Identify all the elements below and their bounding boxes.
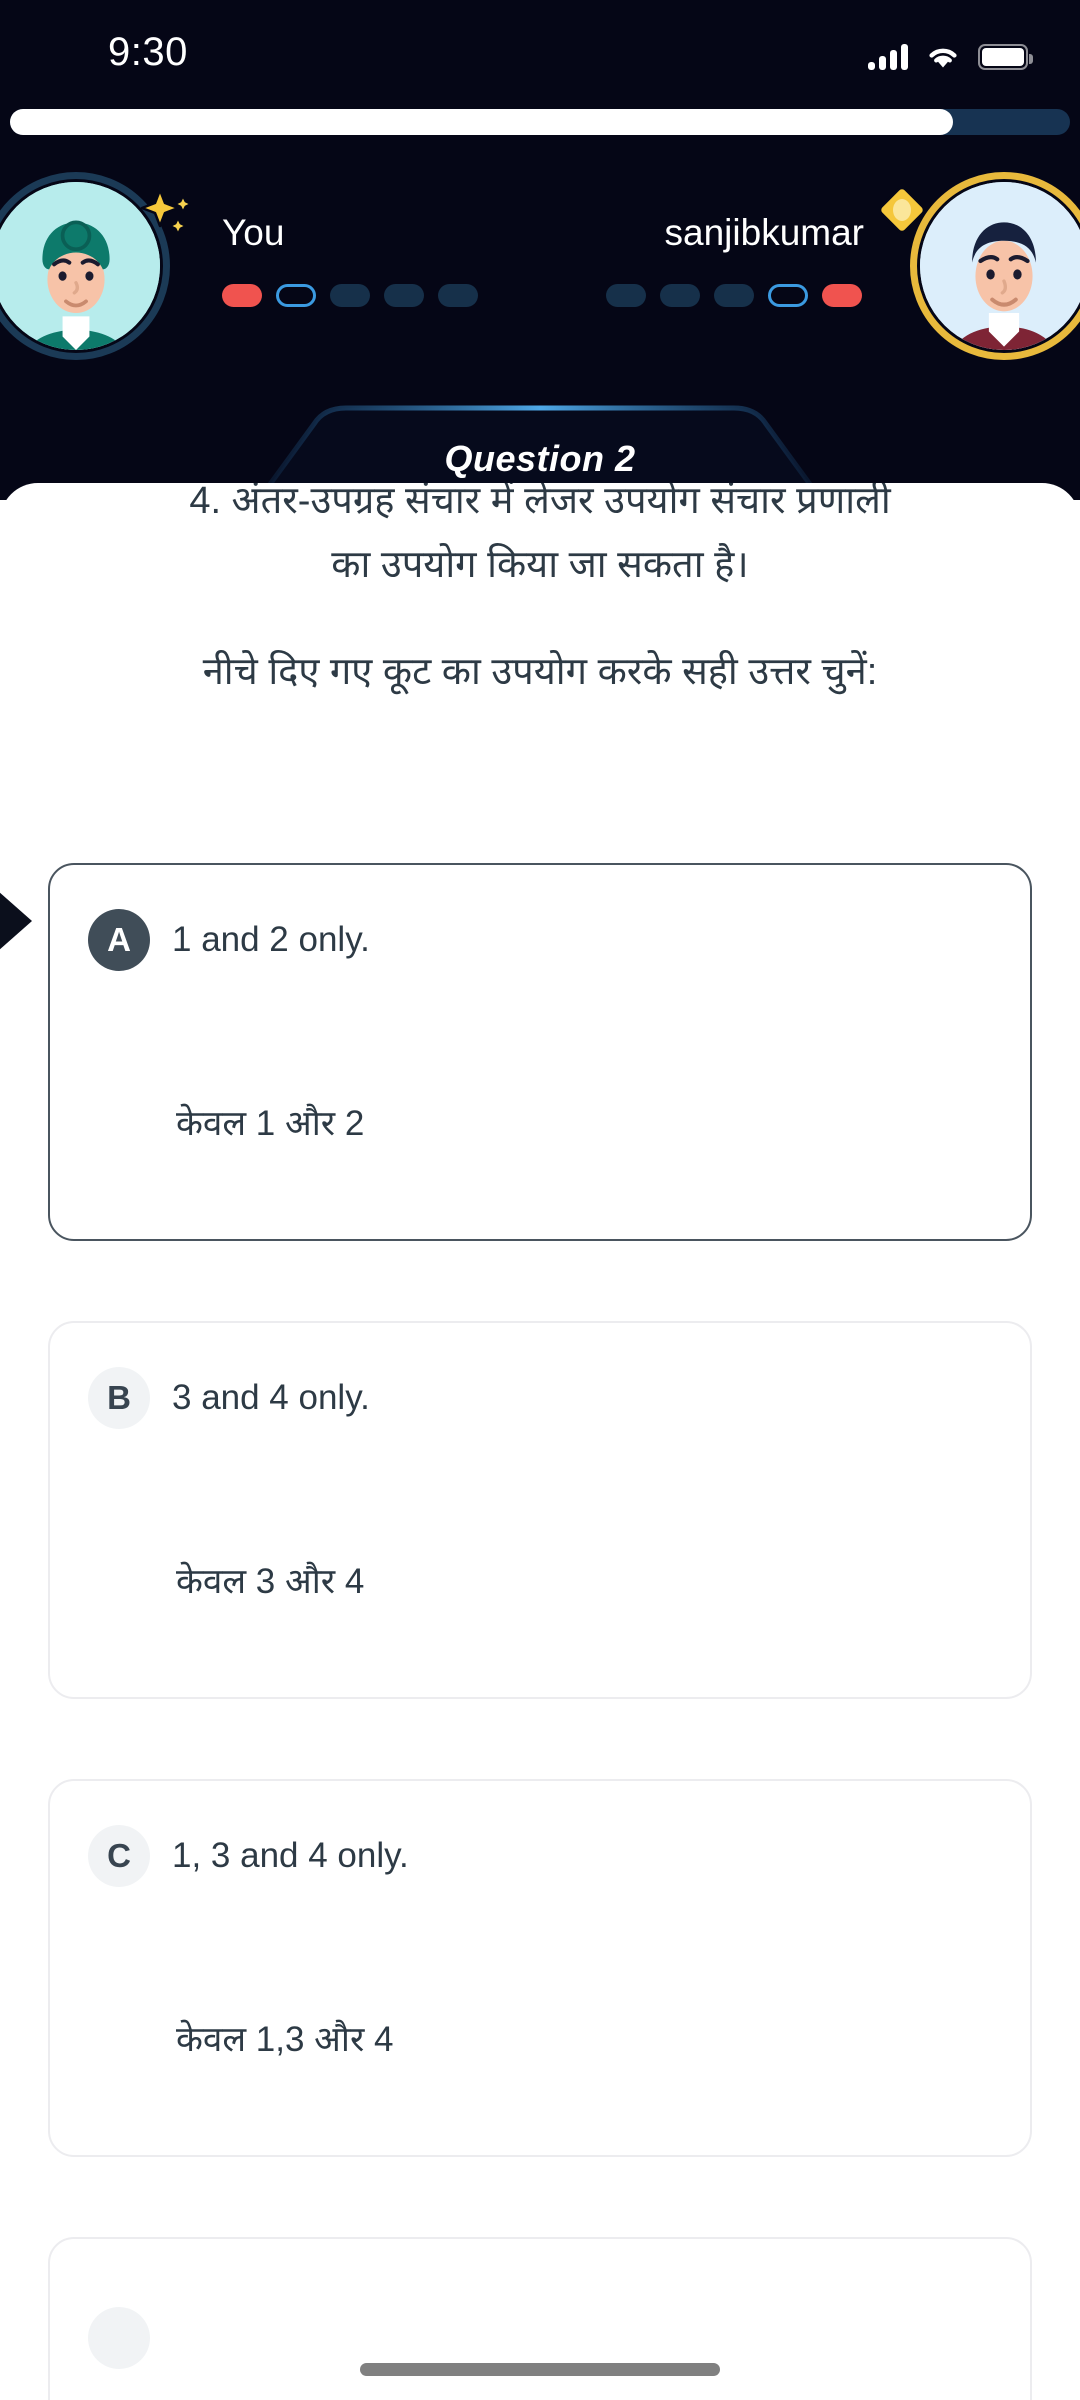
status-bar: 9:30 xyxy=(0,0,1080,100)
score-pip-outline xyxy=(276,284,316,307)
question-prompt: नीचे दिए गए कूट का उपयोग करके सही उत्तर … xyxy=(202,651,878,693)
score-pip-outline xyxy=(768,284,808,307)
question-statement-line-2: का उपयोग किया जा सकता है। xyxy=(331,544,749,586)
option-header: A 1 and 2 only. xyxy=(88,909,370,971)
player-name-right: sanjibkumar xyxy=(664,212,864,253)
selected-option-pointer-icon xyxy=(0,891,32,951)
score-pip-red xyxy=(222,284,262,307)
option-text-english: 1, 3 and 4 only. xyxy=(172,1836,409,1875)
option-card-a[interactable]: A 1 and 2 only. केवल 1 और 2 xyxy=(0,863,1032,1241)
option-letter-badge: C xyxy=(88,1825,150,1887)
options-list: A 1 and 2 only. केवल 1 और 2 B 3 and 4 only. क… xyxy=(0,863,1080,2400)
option-letter-badge: A xyxy=(88,909,150,971)
score-pip-dark xyxy=(330,284,370,307)
match-progress-bar xyxy=(10,109,1070,135)
option-letter-badge: D xyxy=(88,2307,150,2369)
quiz-screen: 9:30 You sanjibkumar Question 2 4. अंतर-… xyxy=(0,0,1080,2400)
players-row: You sanjibkumar xyxy=(0,172,1080,372)
option-text-english: 3 and 4 only. xyxy=(172,1378,370,1417)
battery-full-icon xyxy=(978,44,1033,70)
option-text-english: 1 and 2 only. xyxy=(172,920,370,959)
question-statement: 4. अंतर-उपग्रह संचार में लेजर उपयोग संचा… xyxy=(0,483,1080,597)
score-pips-right xyxy=(606,284,862,307)
avatar-player-right[interactable] xyxy=(910,172,1080,360)
wifi-icon xyxy=(926,44,960,70)
question-sheet: 4. अंतर-उपग्रह संचार में लेजर उपयोग संचा… xyxy=(0,483,1080,2400)
score-pips-left xyxy=(222,284,478,307)
score-pip-red xyxy=(822,284,862,307)
cellular-signal-icon xyxy=(868,44,908,70)
status-bar-indicators xyxy=(868,36,1033,70)
option-card-c[interactable]: C 1, 3 and 4 only. केवल 1,3 और 4 xyxy=(48,1779,1032,2157)
sparkle-badge-icon xyxy=(140,186,196,242)
option-text-hindi: केवल 1 और 2 xyxy=(176,1104,365,1143)
status-bar-clock: 9:30 xyxy=(108,30,188,74)
option-text-hindi: केवल 3 और 4 xyxy=(176,1562,365,1601)
home-indicator-bar[interactable] xyxy=(360,2363,720,2376)
score-pip-dark xyxy=(384,284,424,307)
option-letter-badge: B xyxy=(88,1367,150,1429)
option-text-hindi: केवल 1,3 और 4 xyxy=(176,2020,394,2059)
score-pip-dark xyxy=(438,284,478,307)
question-statement-line-1: 4. अंतर-उपग्रह संचार में लेजर उपयोग संचा… xyxy=(189,483,891,522)
question-banner-label: Question 2 xyxy=(444,438,636,479)
option-header: C 1, 3 and 4 only. xyxy=(88,1825,409,1887)
avatar-image-right xyxy=(920,182,1080,350)
diamond-badge-icon xyxy=(874,182,930,238)
option-header: B 3 and 4 only. xyxy=(88,1367,370,1429)
score-pip-dark xyxy=(714,284,754,307)
score-pip-dark xyxy=(606,284,646,307)
match-progress-fill xyxy=(10,109,954,135)
option-card-b[interactable]: B 3 and 4 only. केवल 3 और 4 xyxy=(48,1321,1032,1699)
player-name-left: You xyxy=(222,212,285,253)
game-header: 9:30 You sanjibkumar Question 2 xyxy=(0,0,1080,500)
score-pip-dark xyxy=(660,284,700,307)
